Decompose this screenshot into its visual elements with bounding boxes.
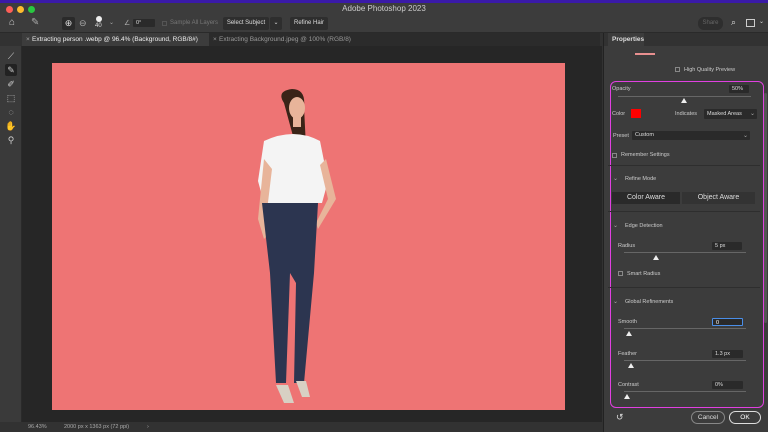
panel-scrollbar[interactable]	[764, 93, 767, 323]
sample-all-layers-label: Sample All Layers	[170, 20, 219, 26]
radius-input[interactable]: 5 px	[712, 242, 742, 250]
remember-settings-label: Remember Settings	[621, 152, 670, 158]
color-aware-button[interactable]: Color Aware	[612, 192, 680, 204]
chevron-down-icon[interactable]: ⌄	[613, 175, 618, 182]
select-subject-button[interactable]: Select Subject	[223, 17, 269, 30]
preset-label: Preset	[613, 133, 629, 139]
search-icon[interactable]: ⌕	[731, 17, 736, 28]
view-mode-thumbnail[interactable]	[635, 53, 655, 55]
zoom-level[interactable]: 96.43%	[28, 422, 47, 432]
object-selection-tool-icon[interactable]: ⬚	[5, 92, 17, 104]
tab-label: Extracting Background.jpeg @ 100% (RGB/8…	[219, 36, 351, 43]
cancel-button[interactable]: Cancel	[691, 411, 725, 424]
preset-dropdown[interactable]: Custom	[632, 131, 750, 140]
options-bar: ⌂ ✎ ⊕ ⊖ 40 ⌄ ∠ 0° Sample All Layers Sele…	[0, 14, 768, 33]
edge-detection-title: Edge Detection	[625, 223, 663, 229]
feather-slider-thumb[interactable]	[628, 363, 634, 368]
overlay-color-swatch[interactable]	[631, 109, 641, 118]
object-aware-button[interactable]: Object Aware	[682, 192, 755, 204]
opacity-slider[interactable]	[618, 96, 751, 97]
smooth-label: Smooth	[618, 319, 637, 325]
select-subject-dropdown[interactable]: ⌄	[270, 17, 282, 30]
brush-tool-icon[interactable]: ✐	[5, 78, 17, 90]
contrast-label: Contrast	[618, 382, 639, 388]
smooth-input[interactable]: 0	[712, 318, 743, 326]
tab-label: Extracting person .webp @ 96.4% (Backgro…	[32, 36, 198, 43]
chevron-down-icon[interactable]: ⌄	[109, 19, 114, 26]
document-canvas[interactable]	[52, 63, 565, 410]
maximize-window-button[interactable]	[28, 6, 35, 13]
contrast-slider-thumb[interactable]	[624, 394, 630, 399]
opacity-input[interactable]: 50%	[729, 85, 749, 93]
high-quality-preview-checkbox[interactable]	[675, 67, 680, 72]
chevron-down-icon[interactable]: ⌄	[613, 222, 618, 229]
add-to-selection-icon[interactable]: ⊕	[62, 17, 75, 30]
refine-hair-button[interactable]: Refine Hair	[290, 17, 328, 30]
color-label: Color	[612, 111, 626, 117]
ok-button[interactable]: OK	[729, 411, 761, 424]
contrast-input[interactable]: 0%	[712, 381, 743, 389]
share-button[interactable]: Share	[698, 17, 723, 30]
chevron-down-icon: ⌄	[743, 133, 749, 139]
angle-input[interactable]: 0°	[133, 19, 155, 27]
close-tab-icon[interactable]: ×	[26, 33, 30, 46]
tools-panel: ⟋ ✎ ✐ ⬚ ◌ ✋ ⚲	[0, 46, 22, 422]
properties-panel: Properties High Quality Preview Opacity …	[603, 33, 768, 432]
lasso-tool-icon[interactable]: ◌	[5, 106, 17, 118]
refine-mode-title: Refine Mode	[625, 176, 657, 182]
feather-slider[interactable]	[624, 360, 746, 361]
refine-edge-brush-icon[interactable]: ✎	[5, 64, 17, 76]
minimize-window-button[interactable]	[17, 6, 24, 13]
indicates-label: Indicates	[675, 111, 698, 117]
reset-icon[interactable]: ↺	[616, 412, 624, 423]
high-quality-preview-label: High Quality Preview	[684, 67, 736, 73]
contrast-slider[interactable]	[624, 391, 746, 392]
chevron-down-icon: ⌄	[750, 111, 756, 117]
brush-size[interactable]: 40	[95, 23, 102, 29]
close-tab-icon[interactable]: ×	[213, 33, 217, 46]
tab-extracting-background[interactable]: × Extracting Background.jpeg @ 100% (RGB…	[209, 33, 379, 46]
document-info: 2000 px x 1363 px (72 ppi)	[64, 424, 130, 430]
app-title: Adobe Photoshop 2023	[342, 4, 426, 13]
home-icon[interactable]: ⌂	[9, 17, 15, 28]
smooth-slider[interactable]	[624, 328, 746, 329]
zoom-tool-icon[interactable]: ⚲	[5, 134, 17, 146]
title-bar: Adobe Photoshop 2023	[0, 3, 768, 14]
status-bar: 96.43% 2000 px x 1363 px (72 ppi) ›	[22, 422, 602, 432]
angle-icon: ∠	[124, 20, 131, 27]
global-refinements-title: Global Refinements	[625, 299, 674, 305]
chevron-down-icon[interactable]: ⌄	[613, 298, 618, 305]
chevron-down-icon[interactable]: ⌄	[759, 18, 764, 25]
radius-slider-thumb[interactable]	[653, 255, 659, 260]
smooth-slider-thumb[interactable]	[626, 331, 632, 336]
remember-settings-checkbox[interactable]	[612, 153, 617, 158]
sample-all-layers-checkbox[interactable]	[162, 21, 167, 26]
chevron-right-icon[interactable]: ›	[147, 422, 149, 432]
radius-slider[interactable]	[624, 252, 746, 253]
opacity-slider-thumb[interactable]	[681, 98, 687, 103]
person-photo	[258, 89, 336, 403]
smart-radius-checkbox[interactable]	[618, 271, 623, 276]
properties-title: Properties	[608, 33, 644, 46]
brush-tool-icon[interactable]: ✎	[31, 17, 39, 28]
brush-preview-icon[interactable]	[96, 16, 102, 22]
document-tabs: × Extracting person .webp @ 96.4% (Backg…	[22, 33, 600, 46]
feather-input[interactable]: 1.3 px	[712, 350, 743, 358]
quick-selection-tool-icon[interactable]: ⟋	[5, 50, 17, 62]
subtract-from-selection-icon[interactable]: ⊖	[79, 17, 87, 30]
close-window-button[interactable]	[6, 6, 13, 13]
hand-tool-icon[interactable]: ✋	[5, 120, 17, 132]
workspace-icon[interactable]	[746, 19, 755, 27]
tab-extracting-person[interactable]: × Extracting person .webp @ 96.4% (Backg…	[22, 33, 209, 46]
radius-label: Radius	[618, 243, 636, 249]
opacity-label: Opacity	[612, 86, 631, 92]
smart-radius-label: Smart Radius	[627, 271, 661, 277]
feather-label: Feather	[618, 351, 637, 357]
